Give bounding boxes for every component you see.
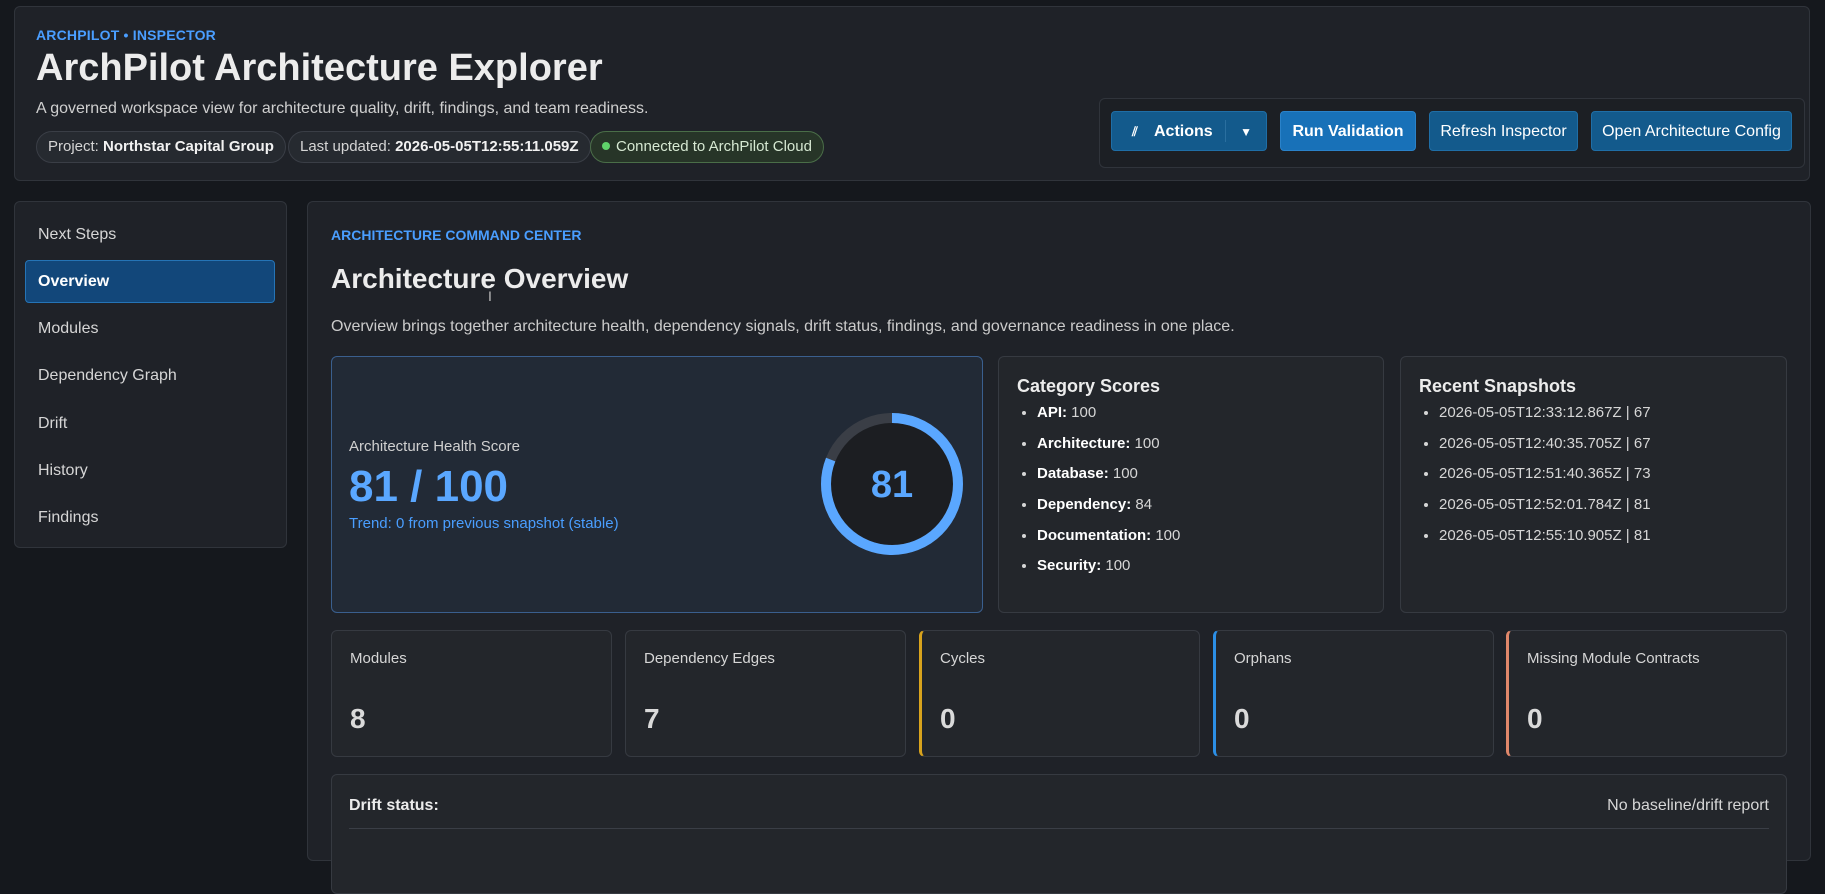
chevron-down-icon[interactable]: ▼	[1240, 112, 1252, 152]
section-eyebrow: ARCHITECTURE COMMAND CENTER	[331, 227, 582, 243]
text-cursor-icon: I	[488, 288, 492, 304]
connection-status-text: Connected to ArchPilot Cloud	[616, 138, 812, 155]
stat-card-dependency-edges: Dependency Edges 7	[625, 630, 906, 757]
stat-label: Missing Module Contracts	[1527, 650, 1700, 667]
health-trend: Trend: 0 from previous snapshot (stable)	[349, 515, 619, 532]
stat-label: Cycles	[940, 650, 986, 667]
health-score-label: Architecture Health Score	[349, 438, 520, 455]
gauge-value: 81	[871, 464, 913, 506]
stat-label: Dependency Edges	[644, 650, 775, 667]
stat-label: Orphans	[1234, 650, 1292, 667]
stat-card-orphans: Orphans 0	[1213, 630, 1494, 757]
sidebar-item-next-steps[interactable]: Next Steps	[25, 213, 275, 256]
stat-value: 8	[350, 703, 366, 734]
actions-dropdown-button[interactable]: ⫽ Actions ▼	[1111, 111, 1267, 151]
refresh-inspector-button[interactable]: Refresh Inspector	[1429, 111, 1578, 151]
category-scores-title: Category Scores	[1017, 376, 1161, 396]
sidebar-item-dependency-graph[interactable]: Dependency Graph	[25, 354, 275, 397]
connection-status-badge: Connected to ArchPilot Cloud	[590, 131, 824, 163]
filter-icon: ⫽	[1132, 124, 1138, 139]
last-updated-value: 2026-05-05T12:55:11.059Z	[395, 138, 579, 155]
category-scores-card: Category Scores API: 100 Architecture: 1…	[998, 356, 1384, 613]
recent-snapshots-card: Recent Snapshots 2026-05-05T12:33:12.867…	[1400, 356, 1787, 613]
project-chip: Project: Northstar Capital Group	[36, 131, 286, 163]
category-score-item: Documentation: 100	[1037, 521, 1180, 552]
stat-value: 0	[940, 703, 956, 734]
category-score-item: Security: 100	[1037, 551, 1180, 582]
drift-status-label: Drift status:	[349, 797, 439, 814]
drift-status-value: No baseline/drift report	[1607, 797, 1769, 814]
health-score-card: Architecture Health Score 81 / 100 Trend…	[331, 356, 983, 613]
sidebar-item-drift[interactable]: Drift	[25, 402, 275, 445]
category-score-item: API: 100	[1037, 398, 1180, 429]
last-updated-label: Last updated:	[300, 138, 391, 155]
actions-label: Actions	[1154, 123, 1213, 140]
drift-status-card: Drift status: No baseline/drift report	[331, 774, 1787, 894]
app-subtitle: A governed workspace view for architectu…	[36, 100, 649, 117]
snapshot-item: 2026-05-05T12:51:40.365Z | 73	[1439, 459, 1651, 490]
recent-snapshots-title: Recent Snapshots	[1419, 376, 1577, 396]
status-dot-icon	[602, 142, 610, 150]
run-validation-button[interactable]: Run Validation	[1280, 111, 1416, 151]
header-actions: ⫽ Actions ▼ Run Validation Refresh Inspec…	[1099, 98, 1805, 168]
main-content: ARCHITECTURE COMMAND CENTER Architecture…	[307, 201, 1811, 894]
stat-card-modules: Modules 8	[331, 630, 612, 757]
stat-card-cycles: Cycles 0	[919, 630, 1200, 757]
sidebar-item-findings[interactable]: Findings	[25, 496, 275, 539]
app-eyebrow: ARCHPILOT • INSPECTOR	[36, 27, 216, 43]
stat-value: 0	[1234, 703, 1250, 734]
project-value: Northstar Capital Group	[103, 138, 274, 155]
category-scores-list: API: 100 Architecture: 100 Database: 100…	[1017, 398, 1180, 582]
category-score-item: Architecture: 100	[1037, 429, 1180, 460]
sidebar-item-modules[interactable]: Modules	[25, 307, 275, 350]
category-score-item: Database: 100	[1037, 459, 1180, 490]
health-score-value: 81 / 100	[349, 462, 509, 511]
stat-value: 0	[1527, 703, 1543, 734]
category-score-item: Dependency: 84	[1037, 490, 1180, 521]
app-title: ArchPilot Architecture Explorer	[36, 47, 603, 89]
health-score-gauge: 81	[821, 413, 963, 555]
open-architecture-config-button[interactable]: Open Architecture Config	[1591, 111, 1792, 151]
page-title: Architecture Overview	[331, 263, 629, 294]
app-header: ARCHPILOT • INSPECTOR ArchPilot Architec…	[14, 6, 1810, 181]
sidebar-item-history[interactable]: History	[25, 449, 275, 492]
snapshot-item: 2026-05-05T12:40:35.705Z | 67	[1439, 429, 1651, 460]
stat-label: Modules	[350, 650, 407, 667]
project-label: Project:	[48, 138, 99, 155]
snapshot-item: 2026-05-05T12:52:01.784Z | 81	[1439, 490, 1651, 521]
snapshot-item: 2026-05-05T12:33:12.867Z | 67	[1439, 398, 1651, 429]
sidebar-nav: Next Steps Overview Modules Dependency G…	[14, 201, 287, 548]
snapshot-item: 2026-05-05T12:55:10.905Z | 81	[1439, 521, 1651, 552]
page-description: Overview brings together architecture he…	[331, 318, 1235, 335]
stat-card-missing-module-contracts: Missing Module Contracts 0	[1506, 630, 1787, 757]
last-updated-chip: Last updated: 2026-05-05T12:55:11.059Z	[288, 131, 591, 163]
divider	[349, 828, 1769, 829]
stat-value: 7	[644, 703, 660, 734]
recent-snapshots-list: 2026-05-05T12:33:12.867Z | 67 2026-05-05…	[1419, 398, 1651, 551]
sidebar-item-overview[interactable]: Overview	[25, 260, 275, 303]
